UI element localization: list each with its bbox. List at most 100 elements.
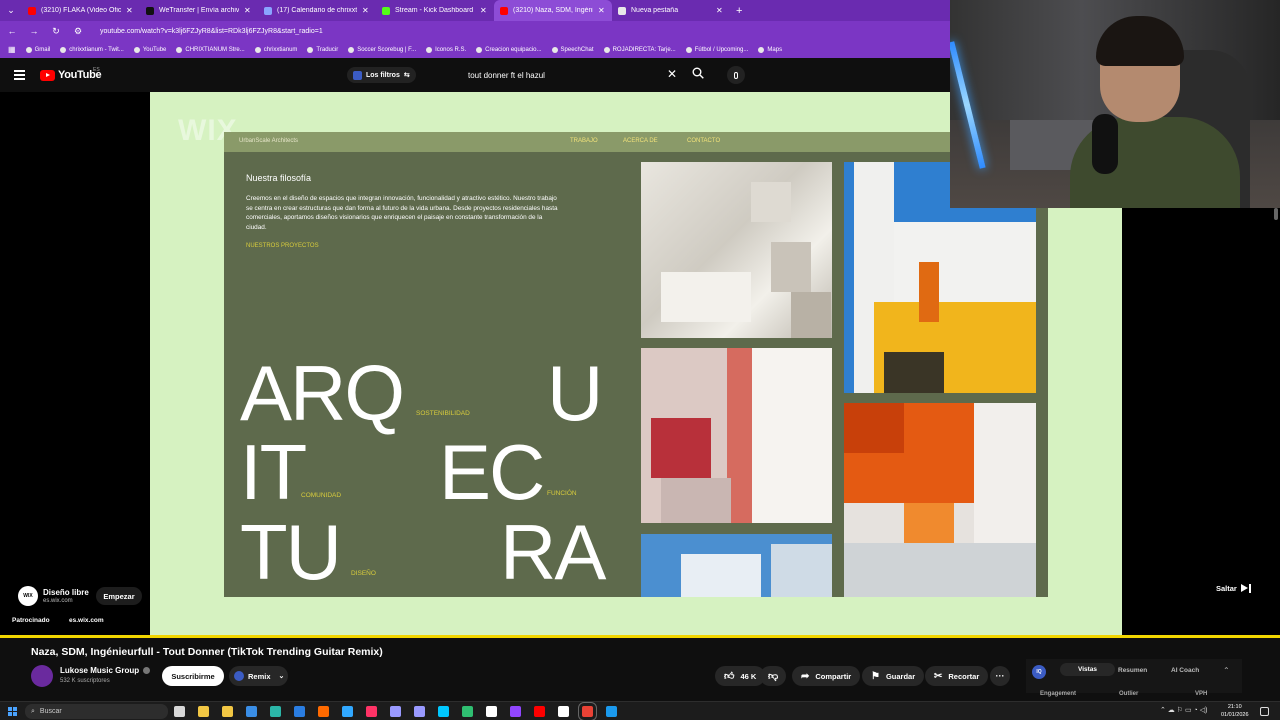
taskbar-app-icon[interactable] — [558, 706, 569, 717]
taskbar-app-icon[interactable] — [414, 706, 425, 717]
close-tab-icon[interactable]: ✕ — [480, 6, 488, 15]
nav-link-contacto: CONTACTO — [687, 138, 721, 144]
clear-search-icon[interactable]: ✕ — [667, 67, 677, 81]
bookmark-item[interactable]: Creacion equipacio... — [476, 46, 542, 53]
like-button[interactable]: 👍︎ 46 K — [715, 666, 766, 686]
taskbar-app-icon[interactable] — [578, 702, 597, 720]
advertiser-url[interactable]: es.wix.com — [43, 598, 73, 604]
clip-button[interactable]: ✂ Recortar — [925, 666, 989, 686]
taskbar-app-icon[interactable] — [342, 706, 353, 717]
tab-ai-coach[interactable]: AI Coach — [1171, 667, 1199, 674]
url-field[interactable]: youtube.com/watch?v=k3lj6FZJyR8&list=RDk… — [100, 28, 323, 35]
system-clock[interactable]: 21:10 01/01/2026 — [1221, 703, 1249, 719]
website-mockup: UrbanScale Architects TRABAJO ACERCA DE … — [224, 132, 1048, 597]
browser-tab[interactable]: Stream - Kick Dashboard ✕ — [376, 0, 494, 21]
taskbar-app-icon[interactable] — [534, 706, 545, 717]
taskbar-app-icon[interactable] — [294, 706, 305, 717]
subtab-vph[interactable]: VPH — [1195, 691, 1207, 697]
taskbar-app-icon[interactable] — [270, 706, 281, 717]
advertiser-title[interactable]: Diseño libre — [43, 588, 89, 597]
subtab-engagement[interactable]: Engagement — [1040, 691, 1076, 697]
tab-favicon-icon — [146, 6, 154, 15]
apps-icon[interactable]: ▦ — [8, 45, 16, 54]
taskbar-app-icon[interactable] — [198, 706, 209, 717]
skip-ad-button[interactable]: Saltar — [1216, 584, 1251, 593]
site-info-icon[interactable]: ⚙ — [72, 26, 84, 37]
taskbar-app-icon[interactable] — [246, 706, 257, 717]
tab-resumen[interactable]: Resumen — [1118, 667, 1147, 674]
menu-icon[interactable] — [14, 70, 25, 80]
back-icon[interactable]: ← — [6, 26, 18, 36]
bookmark-item[interactable]: YouTube — [133, 46, 166, 53]
remix-button[interactable]: Remix ⌄ — [229, 666, 288, 686]
bookmark-item[interactable]: Maps — [758, 46, 782, 53]
browser-tab[interactable]: (3210) FLAKA (Video Oficial) - Y ✕ — [22, 0, 140, 21]
clock-time: 21:10 — [1227, 704, 1242, 710]
taskbar-app-icon[interactable] — [486, 706, 497, 717]
tab-vistas[interactable]: Vistas — [1060, 663, 1116, 676]
bookmark-item[interactable]: Fútbol / Upcoming... — [685, 46, 748, 53]
tab-search-icon[interactable]: ⌄ — [0, 0, 22, 21]
voice-search-button[interactable] — [727, 66, 745, 84]
close-tab-icon[interactable]: ✕ — [126, 6, 134, 15]
remix-label: Remix — [248, 671, 271, 681]
taskbar-app-icon[interactable] — [318, 706, 329, 717]
browser-tab[interactable]: (17) Calendario de chrixxtianu ✕ — [258, 0, 376, 21]
philosophy-title: Nuestra filosofía — [246, 173, 312, 183]
bookmark-item[interactable]: Traducir — [307, 46, 338, 53]
share-button[interactable]: ➦ Compartir — [792, 666, 861, 686]
close-tab-icon[interactable]: ✕ — [362, 6, 370, 15]
sponsored-url[interactable]: es.wix.com — [69, 617, 104, 624]
browser-tab[interactable]: (3210) Naza, SDM, Ingénieurfu ✕ — [494, 0, 612, 21]
subscribe-button[interactable]: Suscribirme — [162, 666, 224, 686]
bookmark-item[interactable]: Iconos R.S. — [426, 46, 466, 53]
tab-label: WeTransfer | Envía archivos gra — [159, 7, 239, 14]
advertiser-avatar[interactable]: WIX — [18, 586, 38, 606]
bookmark-item[interactable]: SpeechChat — [551, 46, 594, 53]
ad-progress-bar[interactable] — [0, 635, 1280, 638]
taskbar-app-icon[interactable] — [174, 706, 185, 717]
system-tray-icons[interactable]: ⌃ ☁ ⚐ ▭ ◔ ◁) — [1160, 706, 1207, 714]
notifications-icon[interactable] — [1260, 707, 1269, 716]
new-tab-icon[interactable]: + — [736, 5, 742, 17]
browser-tab[interactable]: Nueva pestaña ✕ — [612, 0, 730, 21]
taskbar-app-icon[interactable] — [510, 706, 521, 717]
taskbar-app-icon[interactable] — [366, 706, 377, 717]
close-tab-icon[interactable]: ✕ — [244, 6, 252, 15]
forward-icon[interactable]: → — [28, 26, 40, 36]
close-tab-icon[interactable]: ✕ — [598, 6, 606, 15]
search-input[interactable]: tout donner ft el hazul — [460, 66, 686, 85]
bookmark-item[interactable]: chrixxtianum — [254, 46, 297, 53]
collapse-icon[interactable]: ⌃ — [1223, 666, 1230, 675]
photo-red-chairs — [641, 348, 832, 523]
filters-button[interactable]: Los filtros ⇆ — [347, 67, 416, 83]
big-letters-ra: RA — [500, 508, 606, 596]
taskbar-app-icon[interactable] — [438, 706, 449, 717]
search-icon[interactable] — [692, 67, 704, 79]
taskbar-app-icon[interactable] — [462, 706, 473, 717]
taskbar-search[interactable]: ⌕ Buscar — [25, 704, 168, 719]
bookmark-label: chrixxtianum - Twit... — [69, 46, 124, 53]
sliders-icon: ⇆ — [403, 72, 410, 79]
scrollbar[interactable] — [1274, 208, 1278, 220]
subtab-outlier[interactable]: Outlier — [1119, 691, 1138, 697]
reload-icon[interactable]: ↻ — [50, 26, 62, 37]
country-code: ES — [93, 67, 100, 73]
ad-cta-button[interactable]: Empezar — [96, 587, 142, 605]
dislike-button[interactable]: 👎︎ — [760, 666, 787, 686]
taskbar-app-icon[interactable] — [222, 706, 233, 717]
bookmark-item[interactable]: Gmail — [25, 46, 50, 53]
windows-start-icon[interactable] — [8, 707, 17, 716]
taskbar-app-icon[interactable] — [606, 706, 617, 717]
close-tab-icon[interactable]: ✕ — [716, 6, 724, 15]
browser-tab[interactable]: WeTransfer | Envía archivos gra ✕ — [140, 0, 258, 21]
channel-avatar[interactable] — [31, 665, 53, 687]
bookmark-item[interactable]: chrixxtianum - Twit... — [60, 46, 124, 53]
taskbar-app-icon[interactable] — [390, 706, 401, 717]
save-button[interactable]: ⚑ Guardar — [862, 666, 925, 686]
bookmark-item[interactable]: ROJADIRECTA: Tarje... — [603, 46, 676, 53]
more-actions-icon[interactable]: ··· — [990, 666, 1010, 686]
bookmark-item[interactable]: Soccer Scorebug | F... — [348, 46, 416, 53]
bookmark-item[interactable]: CHRIXTIANUM Stre... — [176, 46, 245, 53]
channel-name[interactable]: Lukose Music Group — [60, 666, 139, 675]
